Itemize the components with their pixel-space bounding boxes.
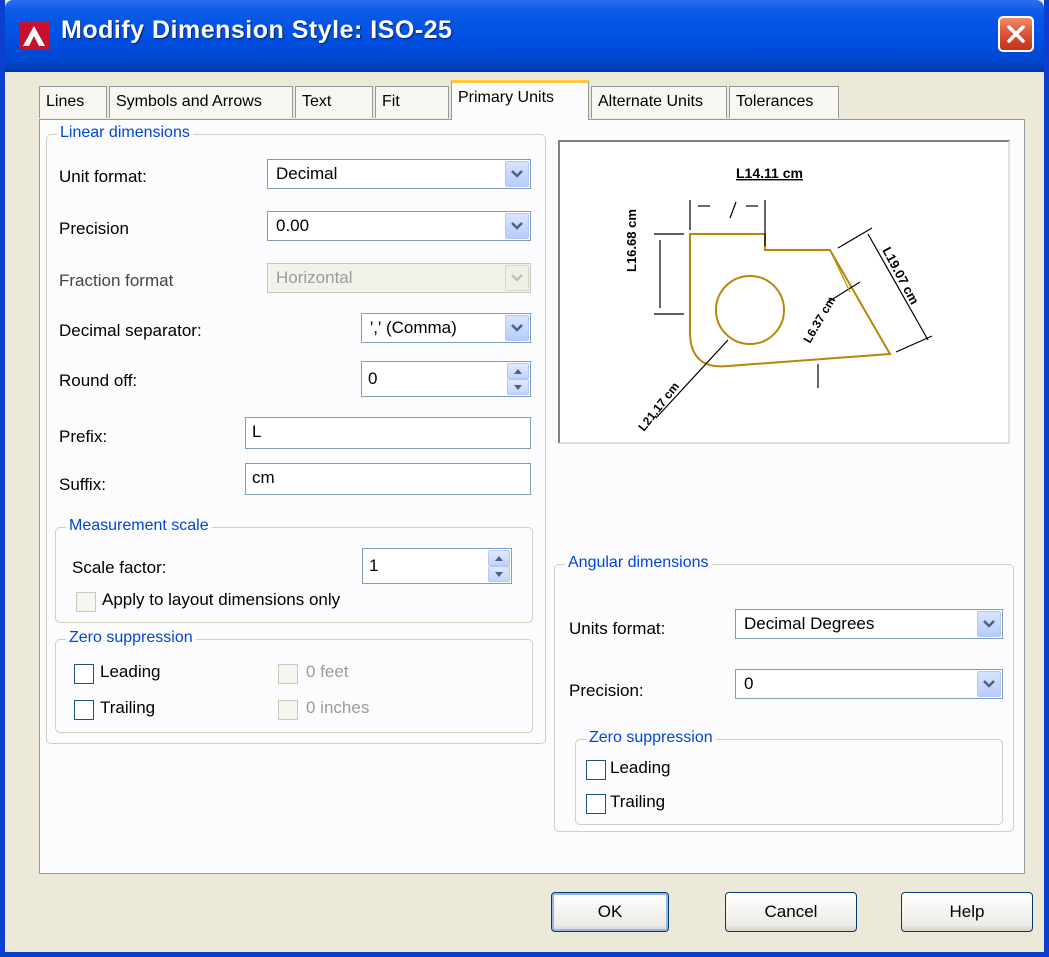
linear-zero-suppression-title: Zero suppression	[66, 629, 196, 647]
apply-layout-checkbox[interactable]	[76, 592, 96, 612]
close-icon	[1007, 25, 1025, 43]
linear-dimensions-title: Linear dimensions	[57, 124, 193, 142]
tab-tolerances[interactable]: Tolerances	[729, 86, 839, 118]
dialog-window: Modify Dimension Style: ISO-25 Lines Sym…	[0, 0, 1049, 957]
angular-trailing-checkbox[interactable]	[586, 794, 606, 814]
preview-dim-top: L14.11 cm	[736, 165, 803, 181]
unit-format-label: Unit format:	[59, 167, 147, 186]
preview-dim-radius: L6.37 cm	[800, 294, 838, 345]
prefix-value: L	[252, 422, 262, 441]
round-off-spinner[interactable]: 0	[361, 361, 531, 397]
scale-factor-value: 1	[369, 556, 379, 575]
unit-format-select[interactable]: Decimal	[267, 159, 531, 189]
measurement-scale-group: Measurement scale Scale factor: 1 Apply …	[55, 517, 533, 623]
prefix-label: Prefix:	[59, 427, 108, 446]
tab-text[interactable]: Text	[295, 86, 373, 118]
angular-units-format-value: Decimal Degrees	[744, 614, 875, 633]
window-title: Modify Dimension Style: ISO-25	[61, 16, 453, 44]
angular-units-format-label: Units format:	[569, 619, 666, 638]
tab-symbols-arrows[interactable]: Symbols and Arrows	[109, 86, 293, 118]
suffix-input[interactable]: cm	[245, 463, 531, 495]
zero-inches-checkbox	[278, 700, 298, 720]
tab-primary-units[interactable]: Primary Units	[451, 80, 589, 120]
fraction-format-label: Fraction format	[59, 271, 174, 290]
measurement-scale-title: Measurement scale	[66, 517, 212, 535]
fraction-format-value: Horizontal	[276, 268, 353, 287]
angular-leading-checkbox[interactable]	[586, 760, 606, 780]
chevron-down-icon[interactable]	[977, 611, 1001, 637]
apply-layout-label: Apply to layout dimensions only	[102, 590, 341, 609]
spin-down-icon[interactable]	[488, 566, 510, 582]
spin-up-icon[interactable]	[488, 550, 510, 566]
cancel-button[interactable]: Cancel	[725, 892, 857, 932]
linear-dimensions-group: Linear dimensions Unit format: Decimal P…	[46, 124, 546, 744]
scale-factor-label: Scale factor:	[72, 558, 167, 577]
precision-value: 0.00	[276, 216, 310, 235]
decimal-separator-value: ',' (Comma)	[370, 318, 457, 337]
linear-zero-suppression-group: Zero suppression Leading Trailing 0 feet…	[55, 629, 533, 733]
suffix-value: cm	[252, 468, 275, 487]
linear-trailing-checkbox[interactable]	[74, 700, 94, 720]
spin-up-icon[interactable]	[507, 363, 529, 379]
angular-zero-suppression-title: Zero suppression	[586, 729, 716, 747]
chevron-down-icon	[505, 265, 529, 291]
precision-select[interactable]: 0.00	[267, 211, 531, 241]
decimal-separator-label: Decimal separator:	[59, 321, 202, 340]
tab-lines[interactable]: Lines	[39, 86, 107, 118]
preview-drawing: L14.11 cm L16.68 cm L19.07 cm L21.17 cm …	[624, 165, 933, 434]
scale-factor-spinner[interactable]: 1	[362, 548, 512, 584]
zero-feet-checkbox	[278, 664, 298, 684]
help-button[interactable]: Help	[901, 892, 1033, 932]
angular-dimensions-group: Angular dimensions Units format: Decimal…	[554, 554, 1014, 832]
precision-label: Precision	[59, 219, 129, 238]
chevron-down-icon[interactable]	[977, 671, 1001, 697]
autocad-app-icon	[19, 22, 49, 50]
angular-units-format-select[interactable]: Decimal Degrees	[735, 609, 1003, 639]
angular-precision-label: Precision:	[569, 681, 644, 700]
close-button[interactable]	[998, 16, 1034, 52]
angular-precision-value: 0	[744, 674, 754, 693]
linear-leading-label: Leading	[100, 662, 161, 681]
preview-dim-diag: L21.17 cm	[635, 379, 682, 433]
round-off-label: Round off:	[59, 371, 138, 390]
decimal-separator-select[interactable]: ',' (Comma)	[361, 313, 531, 343]
ok-button[interactable]: OK	[551, 892, 669, 932]
spin-down-icon[interactable]	[507, 379, 529, 395]
preview-dim-right: L19.07 cm	[879, 244, 922, 307]
preview-dim-left: L16.68 cm	[624, 209, 639, 272]
tab-fit[interactable]: Fit	[375, 86, 449, 118]
chevron-down-icon[interactable]	[505, 315, 529, 341]
angular-trailing-label: Trailing	[610, 792, 666, 811]
dimension-preview: L14.11 cm L16.68 cm L19.07 cm L21.17 cm …	[558, 140, 1010, 444]
angular-zero-suppression-group: Zero suppression Leading Trailing	[575, 729, 1003, 825]
angular-dimensions-title: Angular dimensions	[565, 554, 712, 572]
zero-inches-label: 0 inches	[306, 698, 370, 717]
linear-trailing-label: Trailing	[100, 698, 156, 717]
round-off-value: 0	[368, 369, 378, 388]
title-bar[interactable]: Modify Dimension Style: ISO-25	[5, 0, 1044, 72]
angular-leading-label: Leading	[610, 758, 671, 777]
suffix-label: Suffix:	[59, 475, 106, 494]
angular-precision-select[interactable]: 0	[735, 669, 1003, 699]
chevron-down-icon[interactable]	[505, 213, 529, 239]
chevron-down-icon[interactable]	[505, 161, 529, 187]
unit-format-value: Decimal	[276, 164, 338, 183]
tab-alternate-units[interactable]: Alternate Units	[591, 86, 727, 118]
zero-feet-label: 0 feet	[306, 662, 349, 681]
primary-units-panel: Linear dimensions Unit format: Decimal P…	[39, 119, 1025, 874]
linear-leading-checkbox[interactable]	[74, 664, 94, 684]
fraction-format-select: Horizontal	[267, 263, 531, 293]
prefix-input[interactable]: L	[245, 417, 531, 449]
